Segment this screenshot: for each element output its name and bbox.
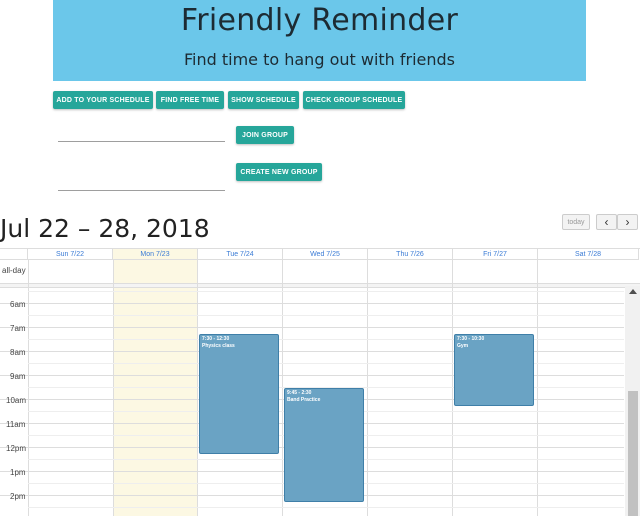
time-label: 7am <box>10 324 26 333</box>
calendar-scrollbar[interactable] <box>625 286 640 516</box>
day-header-wed: Wed 7/25 <box>283 249 368 260</box>
time-label: 1pm <box>10 468 26 477</box>
day-divider <box>367 260 368 516</box>
app-banner: Friendly Reminder Find time to hang out … <box>53 0 586 81</box>
hour-line <box>0 303 624 304</box>
join-group-input[interactable] <box>58 124 225 142</box>
chevron-left-icon[interactable]: ‹ <box>596 214 617 230</box>
day-header-fri: Fri 7/27 <box>453 249 538 260</box>
day-header-mon: Mon 7/23 <box>113 249 198 260</box>
day-header-thu: Thu 7/26 <box>368 249 453 260</box>
time-label: 12pm <box>6 444 27 453</box>
event-time: 7:30 - 10:30 <box>457 336 485 342</box>
time-label: 2pm <box>10 492 26 501</box>
app-title: Friendly Reminder <box>180 3 459 38</box>
half-hour-line <box>28 363 624 364</box>
day-divider <box>282 260 283 516</box>
hour-line <box>0 327 624 328</box>
day-header-sat: Sat 7/28 <box>538 249 639 260</box>
day-divider <box>537 260 538 516</box>
half-hour-line <box>28 315 624 316</box>
half-hour-line <box>28 291 624 292</box>
half-hour-line <box>28 339 624 340</box>
event-title: Gym <box>457 343 469 349</box>
calendar-date-range: Jul 22 – 28, 2018 <box>0 214 210 243</box>
event-physics-class[interactable]: 7:30 - 12:30 Physics class <box>199 334 279 454</box>
join-group-button[interactable]: JOIN GROUP <box>236 126 294 144</box>
allday-row: all-day <box>0 260 640 284</box>
event-gym[interactable]: 7:30 - 10:30 Gym <box>454 334 534 406</box>
scroll-up-arrow-icon[interactable] <box>629 289 637 294</box>
today-column-highlight <box>113 249 197 516</box>
time-label: 8am <box>10 348 26 357</box>
event-title: Band Practice <box>287 397 321 403</box>
create-group-button[interactable]: CREATE NEW GROUP <box>236 163 322 181</box>
day-header-sun: Sun 7/22 <box>28 249 113 260</box>
event-time: 9:45 - 2:30 <box>287 390 312 396</box>
calendar-week-view: Sun 7/22 Mon 7/23 Tue 7/24 Wed 7/25 Thu … <box>0 248 640 516</box>
event-band-practice[interactable]: 9:45 - 2:30 Band Practice <box>284 388 364 502</box>
time-label: 10am <box>6 396 27 405</box>
check-group-schedule-button[interactable]: CHECK GROUP SCHEDULE <box>303 91 405 109</box>
today-button[interactable]: today <box>562 214 590 230</box>
scroll-thumb[interactable] <box>628 391 638 516</box>
find-free-time-button[interactable]: FIND FREE TIME <box>156 91 224 109</box>
day-divider <box>197 260 198 516</box>
event-title: Physics class <box>202 343 235 349</box>
header-gutter <box>0 249 28 260</box>
event-time: 7:30 - 12:30 <box>202 336 230 342</box>
chevron-right-icon[interactable]: › <box>617 214 638 230</box>
day-divider <box>452 260 453 516</box>
allday-divider <box>0 284 640 288</box>
day-header-tue: Tue 7/24 <box>198 249 283 260</box>
add-schedule-button[interactable]: ADD TO YOUR SCHEDULE <box>53 91 153 109</box>
allday-label: all-day <box>2 266 26 275</box>
create-group-input[interactable] <box>58 173 225 191</box>
time-label: 6am <box>10 300 26 309</box>
half-hour-line <box>28 507 624 508</box>
app-subtitle: Find time to hang out with friends <box>183 50 456 69</box>
day-divider <box>28 260 29 516</box>
time-label: 9am <box>10 372 26 381</box>
show-schedule-button[interactable]: SHOW SCHEDULE <box>228 91 299 109</box>
time-label: 11am <box>6 420 26 429</box>
day-divider <box>113 260 114 516</box>
